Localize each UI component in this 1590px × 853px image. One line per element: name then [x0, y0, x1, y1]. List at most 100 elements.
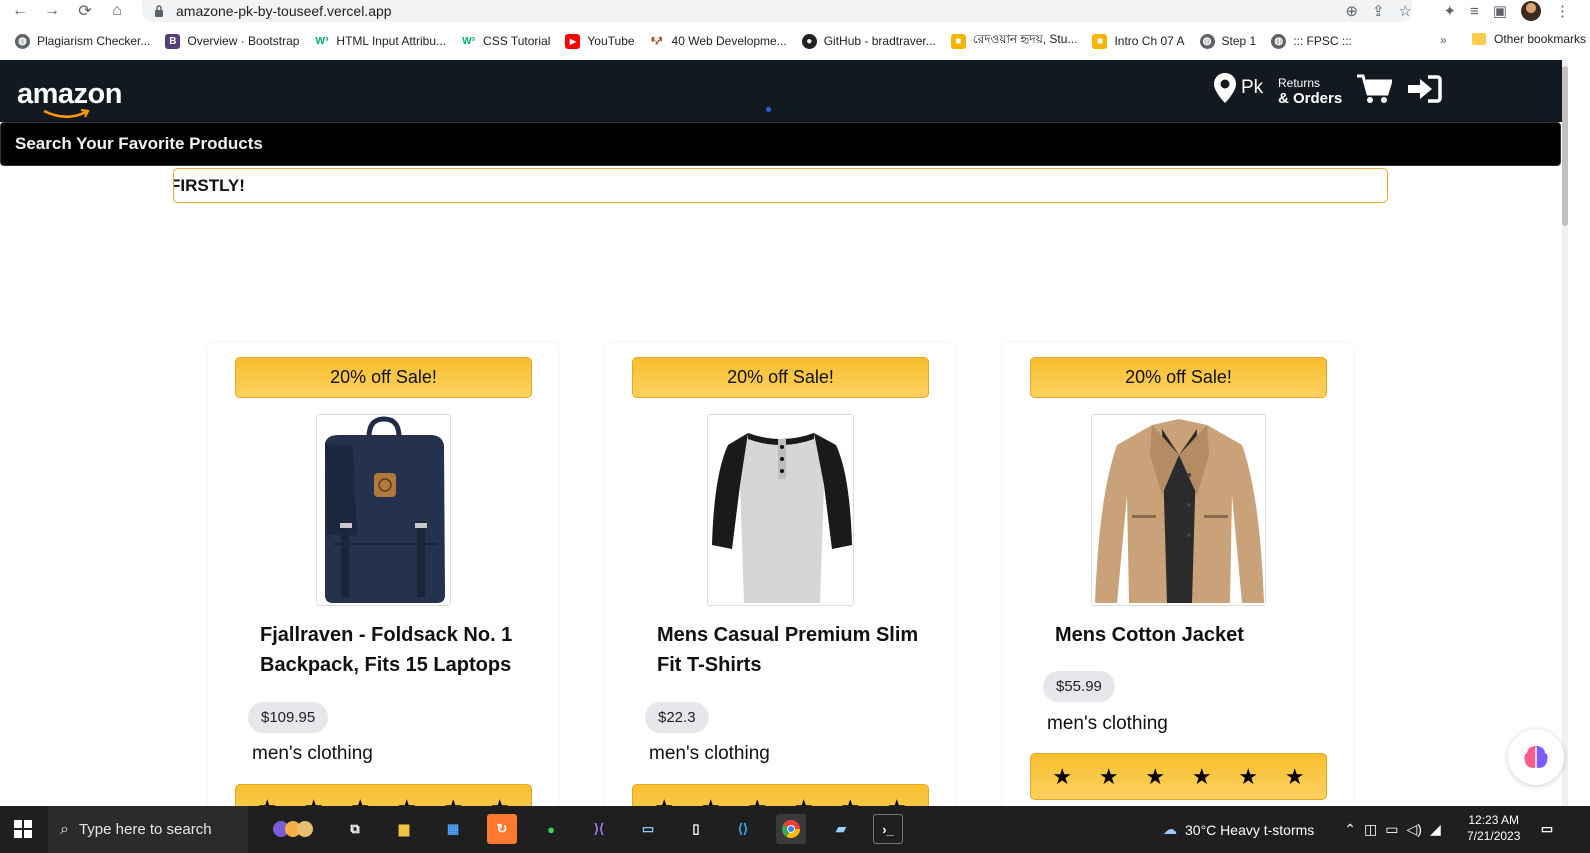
scrollbar-thumb[interactable] — [1562, 66, 1568, 226]
bookmark-item[interactable]: B Overview · Bootstrap — [165, 33, 299, 49]
store-icon[interactable]: ▦ — [438, 814, 468, 844]
terminal-icon[interactable]: ›_ — [873, 814, 903, 844]
zoom-icon[interactable]: ⊕ — [1345, 2, 1358, 20]
product-image[interactable] — [707, 414, 854, 606]
cart-button[interactable] — [1356, 73, 1394, 110]
more-bookmarks-button[interactable]: » — [1440, 33, 1447, 47]
w3schools-icon: W³ — [315, 35, 329, 47]
returns-orders-link[interactable]: Returns & Orders — [1278, 76, 1342, 106]
marquee-text: FIRSTLY! — [173, 175, 245, 195]
product-image[interactable] — [316, 414, 451, 606]
monitor-app-icon[interactable]: ▭ — [633, 814, 663, 844]
share-icon[interactable]: ⇪ — [1372, 2, 1385, 20]
amazon-logo[interactable]: amazon — [17, 78, 122, 111]
price-badge: $55.99 — [1043, 671, 1115, 702]
battery-icon[interactable]: ▭ — [1385, 821, 1398, 838]
lock-icon — [152, 4, 166, 18]
bookmark-item[interactable]: 🐶 40 Web Developme... — [650, 34, 787, 49]
profile-avatar[interactable] — [1521, 1, 1541, 21]
price-badge: $22.3 — [645, 702, 709, 733]
tshirt-image — [708, 415, 853, 605]
star-icon[interactable]: ☆ — [1399, 2, 1412, 20]
bookmark-item[interactable]: ■ Intro Ch 07 A — [1092, 33, 1185, 49]
file-explorer-icon[interactable]: ▆ — [389, 814, 419, 844]
youtube-icon: ▶ — [565, 33, 581, 49]
windows-start-icon[interactable] — [8, 814, 38, 844]
other-bookmarks[interactable]: Other bookmarks — [1472, 32, 1586, 46]
bookmark-item[interactable]: ◍ Plagiarism Checker... — [15, 33, 150, 49]
sale-badge: 20% off Sale! — [1030, 357, 1327, 398]
product-title[interactable]: Mens Casual Premium Slim Fit T-Shirts — [657, 620, 927, 680]
search-placeholder: Search Your Favorite Products — [15, 134, 263, 153]
github-icon: ● — [801, 33, 817, 49]
product-image[interactable] — [1091, 414, 1266, 606]
product-card[interactable]: 20% off Sale! Mens Casual Premium Slim F… — [605, 343, 955, 831]
logo-smile-icon — [43, 108, 90, 119]
visual-studio-icon[interactable]: ⟩⟨ — [584, 814, 614, 844]
url-text: amazone-pk-by-touseef.vercel.app — [176, 3, 392, 19]
task-view-icon[interactable]: ⧉ — [340, 814, 370, 844]
reload-icon[interactable]: ⟳ — [73, 0, 97, 22]
side-panel-icon[interactable]: ▣ — [1493, 2, 1507, 20]
notification-icon[interactable]: ▭ — [1532, 814, 1562, 844]
bookmark-item[interactable]: ◍ Step 1 — [1199, 33, 1256, 49]
meet-icon[interactable]: ◫ — [1364, 821, 1377, 838]
product-category: men's clothing — [649, 743, 770, 764]
news-widget-icon[interactable] — [258, 814, 328, 844]
menu-icon[interactable]: ⋮ — [1555, 2, 1570, 20]
map-pin-icon — [1214, 73, 1236, 103]
forward-icon[interactable]: → — [40, 0, 64, 22]
volume-icon[interactable]: ◁) — [1407, 821, 1422, 838]
star-icon: ★ — [1191, 763, 1212, 789]
bookmark-item[interactable]: W³ CSS Tutorial — [461, 34, 550, 49]
bookmarks-bar: ◍ Plagiarism Checker... B Overview · Boo… — [0, 28, 1590, 54]
app-orange-icon[interactable]: ↻ — [487, 814, 517, 844]
assistant-button[interactable] — [1508, 729, 1564, 785]
back-icon[interactable]: ← — [8, 0, 32, 22]
sale-badge: 20% off Sale! — [235, 357, 532, 398]
sign-in-button[interactable] — [1406, 74, 1442, 109]
weather-icon: ☁ — [1163, 821, 1177, 837]
brain-icon — [1524, 746, 1548, 768]
bookmark-item[interactable]: ● GitHub - bradtraver... — [801, 33, 936, 49]
globe-icon: ◍ — [1271, 33, 1287, 49]
star-icon: ★ — [1052, 763, 1073, 789]
product-title[interactable]: Fjallraven - Foldsack No. 1 Backpack, Fi… — [260, 620, 530, 680]
cart-icon — [1357, 74, 1394, 103]
weather-text[interactable]: 30°C Heavy t-storms — [1185, 822, 1314, 838]
backpack-image — [317, 415, 450, 605]
home-icon[interactable]: ⌂ — [105, 0, 129, 22]
extensions-icon[interactable]: ✦ — [1443, 2, 1456, 20]
taskbar: ⌕ Type here to search ⧉ ▆ ▦ ↻ ● ⟩⟨ ▭ ▯ ⟨… — [0, 806, 1590, 853]
star-icon: ★ — [1238, 763, 1259, 789]
network-icon[interactable]: ◢ — [1430, 821, 1441, 838]
reading-list-icon[interactable]: ≡ — [1470, 3, 1479, 20]
notepad-icon[interactable]: ▯ — [681, 814, 711, 844]
address-bar[interactable]: amazone-pk-by-touseef.vercel.app — [142, 0, 1412, 22]
location-text: Pk — [1241, 77, 1264, 98]
price-badge: $109.95 — [248, 702, 329, 733]
announcement-marquee: FIRSTLY! — [173, 168, 1388, 203]
rating-stars: ★ ★ ★ ★ ★ ★ — [1030, 753, 1327, 800]
chrome-icon[interactable] — [776, 814, 806, 844]
product-card[interactable]: 20% off Sale! Mens Cotton Jacket $55.99 … — [1003, 343, 1353, 813]
search-input[interactable]: Search Your Favorite Products — [0, 122, 1561, 166]
dog-icon: 🐶 — [650, 35, 664, 47]
star-icon: ★ — [1284, 763, 1305, 789]
mongodb-icon[interactable]: ● — [536, 814, 566, 844]
product-card[interactable]: 20% off Sale! Fjallraven - Foldsack No. … — [208, 343, 558, 831]
bookmark-item[interactable]: W³ HTML Input Attribu... — [314, 34, 447, 49]
taskbar-search[interactable]: ⌕ Type here to search — [48, 806, 248, 853]
star-icon: ★ — [1145, 763, 1166, 789]
notes-app-icon[interactable]: ▰ — [826, 814, 856, 844]
bookmark-item[interactable]: ■ রেদওয়ান হৃদয়, Stu... — [950, 31, 1077, 51]
jacket-image — [1092, 415, 1265, 605]
bookmark-item[interactable]: ◍ ::: FPSC ::: — [1271, 33, 1352, 49]
clock[interactable]: 12:23 AM 7/21/2023 — [1467, 812, 1520, 844]
bookmark-icon: ■ — [950, 33, 966, 49]
product-title[interactable]: Mens Cotton Jacket — [1055, 620, 1325, 650]
tray-chevron-icon[interactable]: ⌃ — [1344, 821, 1356, 838]
location-selector[interactable]: Pk — [1213, 72, 1263, 104]
bookmark-item[interactable]: ▶ YouTube — [565, 33, 635, 49]
vscode-icon[interactable]: ⟨⟩ — [728, 814, 758, 844]
